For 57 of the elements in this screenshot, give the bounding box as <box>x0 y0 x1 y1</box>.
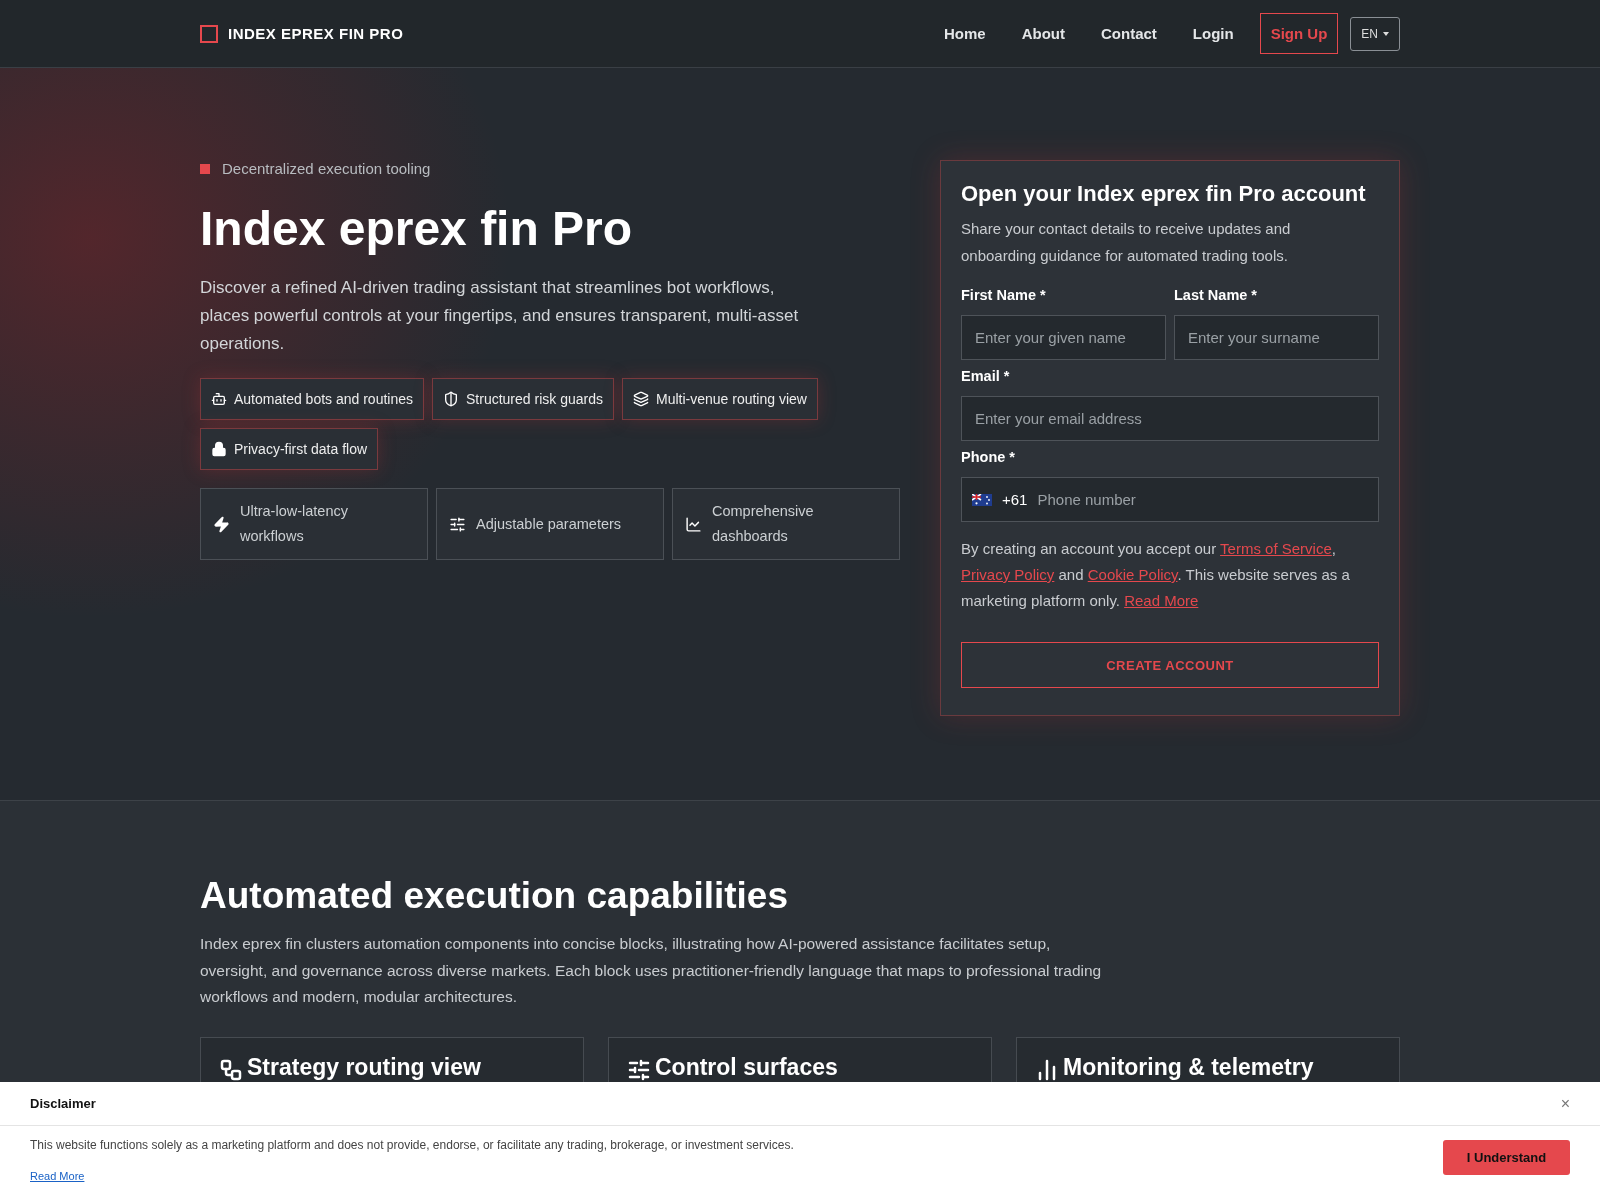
feature-tag: Automated bots and routines <box>200 378 424 420</box>
field-label: Phone * <box>961 449 1016 465</box>
field-label: First Name * <box>961 287 1047 303</box>
layers-icon <box>632 391 649 407</box>
eyebrow-marker <box>200 163 210 174</box>
policy-link[interactable]: Cookie Policy <box>1087 566 1178 583</box>
shield-icon <box>443 391 459 407</box>
section-description: Index eprex fin clusters automation components into concise blocks, illustrating how AI-powered assistance facilitates setup, oversight, and governance across diverse markets. Each block uses practitioner-friendly language that maps to professional trading workflows and modern, modular architectures. <box>200 934 1103 1007</box>
name-field[interactable]: Enter your given name <box>961 315 1166 360</box>
form-title: Open your Index eprex fin Pro account <box>961 181 1367 207</box>
line-chart-icon <box>685 515 702 533</box>
hero-title: Index eprex fin Pro <box>200 201 634 256</box>
australia-flag-icon <box>972 493 992 506</box>
section-title: Automated execution capabilities <box>200 875 790 917</box>
nodes-icon <box>219 1057 243 1082</box>
eyebrow-text: Decentralized execution tooling <box>222 160 431 177</box>
name-field[interactable]: Enter your surname <box>1174 315 1379 360</box>
policy-link[interactable]: Privacy Policy <box>961 566 1055 583</box>
feature-tag: Multi-venue routing view <box>621 378 818 420</box>
lightning-icon <box>213 515 230 533</box>
phone-number-input[interactable]: Phone number <box>1037 478 1368 521</box>
field-label: Email * <box>961 368 1011 384</box>
phone-field[interactable]: +61 Phone number <box>961 477 1379 522</box>
feature-tag: Privacy-first data flow <box>200 428 379 470</box>
create-account-button[interactable]: CREATE ACCOUNT <box>961 642 1379 688</box>
feature-card: Comprehensive dashboards <box>672 488 900 560</box>
language-selector[interactable]: EN <box>1350 16 1400 51</box>
logo-icon <box>200 24 218 43</box>
hero-description: Discover a refined AI-driven trading assistant that streamlines bot workflows, places powerful controls at your fingertips, and ensures transparent, multi-asset operations. <box>200 277 800 355</box>
nav-link[interactable]: Home <box>943 25 986 42</box>
email-field[interactable]: Enter your email address <box>961 396 1379 441</box>
disclaimer-text: This website functions solely as a marketing platform and does not provide, endorse, or facilitate any trading, brokerage, or investment services. <box>30 1138 794 1152</box>
brand-name: INDEX EPREX FIN PRO <box>228 25 404 42</box>
field-label: Last Name * <box>1174 287 1258 303</box>
nav-link[interactable]: Contact <box>1101 25 1157 42</box>
policy-link[interactable]: Read More <box>1124 592 1199 609</box>
sign-up-button[interactable]: Sign Up <box>1259 13 1339 54</box>
understand-button[interactable]: I Understand <box>1443 1140 1570 1175</box>
sliders-icon <box>449 515 466 533</box>
nav-link[interactable]: Login <box>1192 25 1234 42</box>
close-button[interactable]: × <box>1560 1094 1570 1113</box>
card-title: Control surfaces <box>655 1053 838 1081</box>
sliders-icon <box>627 1057 651 1082</box>
policy-link[interactable]: Terms of Service <box>1220 540 1332 557</box>
feature-tag: Structured risk guards <box>432 378 614 420</box>
card-title: Strategy routing view <box>247 1053 481 1081</box>
feature-card: Adjustable parameters <box>436 488 664 560</box>
caret-icon <box>1383 31 1389 36</box>
consent-text: By creating an account you accept our Terms of Service, Privacy Policy and Cookie Policy. This website serves as a marketing platform only. Read More <box>961 539 1351 611</box>
disclaimer-title: Disclaimer <box>30 1096 96 1111</box>
card-title: Monitoring & telemetry <box>1063 1053 1314 1081</box>
form-subtitle: Share your contact details to receive updates and onboarding guidance for automated trading tools. <box>961 219 1292 266</box>
read-more-link[interactable]: Read More <box>30 1170 85 1182</box>
nav-link[interactable]: About <box>1021 25 1065 42</box>
feature-card: Ultra-low-latency workflows <box>200 488 428 560</box>
robot-icon <box>211 391 227 407</box>
country-code: +61 <box>1002 491 1028 508</box>
